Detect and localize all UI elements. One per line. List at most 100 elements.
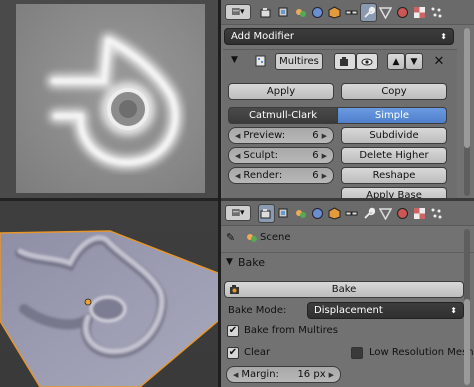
tab-scene[interactable]: [293, 205, 308, 222]
material-icon: [397, 6, 408, 18]
properties-icon: ▤▾: [231, 208, 245, 218]
bake-button[interactable]: Bake: [224, 281, 464, 298]
reshape-button[interactable]: Reshape: [341, 167, 447, 184]
margin-label: Margin:: [241, 369, 279, 380]
tab-material[interactable]: [395, 4, 410, 21]
apply-base-button[interactable]: Apply Base: [341, 187, 447, 198]
tab-scene[interactable]: [293, 4, 308, 21]
preview-levels-field[interactable]: ◀ Preview: 6 ▶: [228, 127, 334, 144]
layers-icon: [278, 7, 288, 16]
simple-option[interactable]: Simple: [337, 107, 447, 124]
tab-texture[interactable]: [412, 205, 427, 222]
properties-header: ▤▾: [221, 201, 474, 226]
collapse-arrow-icon[interactable]: ▼: [231, 55, 238, 65]
low-resolution-mesh-label: Low Resolution Mesh: [369, 347, 474, 358]
add-modifier-dropdown[interactable]: Add Modifier ⬍: [224, 28, 454, 45]
arrow-down-icon: ▼: [410, 56, 418, 67]
bake-mode-label: Bake Mode:: [228, 305, 287, 316]
object-icon: [328, 5, 341, 19]
tab-object[interactable]: [327, 4, 342, 21]
move-down-button[interactable]: ▼: [405, 53, 423, 70]
copy-button[interactable]: Copy: [341, 83, 447, 100]
updown-arrows-icon: ⬍: [440, 32, 447, 41]
tab-object[interactable]: [327, 205, 342, 222]
render-label: Render:: [243, 170, 283, 181]
arrow-up-icon: ▲: [392, 56, 400, 67]
modifier-name: Multires: [279, 56, 319, 67]
tab-material[interactable]: [395, 205, 410, 222]
tab-render[interactable]: [259, 4, 274, 21]
3d-viewport[interactable]: [0, 201, 218, 387]
preview-value: 6: [312, 130, 319, 141]
low-resolution-mesh-checkbox[interactable]: [351, 347, 363, 359]
catmull-clark-label: Catmull-Clark: [248, 110, 318, 121]
tab-render-layers[interactable]: [276, 205, 291, 222]
clear-checkbox[interactable]: ✔: [227, 347, 239, 359]
properties-panel-modifiers: ▤▾ Add Modifier ⬍ ▼ Multires ▲ ▼ ✕ Apply…: [221, 0, 474, 198]
collapse-arrow-icon[interactable]: ▼: [226, 257, 233, 267]
material-icon: [397, 207, 408, 219]
sculpted-plane-mesh[interactable]: [0, 201, 218, 387]
mesh-data-icon: [379, 207, 392, 220]
tab-particles[interactable]: [429, 205, 444, 222]
move-up-button[interactable]: ▲: [387, 53, 405, 70]
subdivide-button[interactable]: Subdivide: [341, 127, 447, 144]
increment-arrow-icon: ▶: [328, 370, 334, 379]
delete-higher-button[interactable]: Delete Higher: [341, 147, 447, 164]
tab-world[interactable]: [310, 4, 325, 21]
render-value: 6: [312, 170, 319, 181]
bake-section-title[interactable]: Bake: [238, 256, 265, 269]
modifiers-scrollbar[interactable]: [464, 28, 470, 196]
constraint-icon: [345, 10, 358, 14]
modifier-name-field[interactable]: Multires: [275, 53, 323, 70]
scrollbar-thumb[interactable]: [464, 28, 470, 148]
checkmark-icon: ✔: [228, 347, 238, 358]
camera-icon: [260, 208, 271, 218]
eye-icon: [361, 58, 373, 65]
tab-texture[interactable]: [412, 4, 427, 21]
tab-world[interactable]: [310, 205, 325, 222]
margin-field[interactable]: ◀ Margin: 16 px ▶: [226, 366, 341, 383]
tab-constraints[interactable]: [344, 205, 359, 222]
pin-icon[interactable]: ✎: [226, 231, 235, 244]
properties-header: ▤▾: [221, 0, 474, 25]
breadcrumb-scene: Scene: [260, 232, 291, 243]
tab-data[interactable]: [378, 4, 393, 21]
checkmark-icon: ✔: [228, 325, 238, 336]
render-levels-field[interactable]: ◀ Render: 6 ▶: [228, 167, 334, 184]
editor-type-button[interactable]: ▤▾: [225, 205, 251, 221]
tab-render-layers[interactable]: [276, 4, 291, 21]
camera-icon: [340, 56, 348, 66]
sculpt-levels-field[interactable]: ◀ Sculpt: 6 ▶: [228, 147, 334, 164]
texture-icon: [414, 6, 425, 18]
tab-particles[interactable]: [429, 4, 444, 21]
bake-from-multires-checkbox[interactable]: ✔: [227, 325, 239, 337]
particles-icon: [431, 7, 442, 17]
camera-icon: [260, 7, 271, 17]
tab-modifiers[interactable]: [361, 205, 376, 222]
remove-modifier-button[interactable]: ✕: [430, 53, 448, 70]
viewport-toggle-button[interactable]: [356, 53, 378, 70]
editor-type-button[interactable]: ▤▾: [225, 4, 251, 20]
increment-arrow-icon: ▶: [321, 131, 327, 140]
subdivide-label: Subdivide: [369, 130, 419, 141]
preview-label: Preview:: [243, 130, 286, 141]
catmull-clark-option[interactable]: Catmull-Clark: [228, 107, 338, 124]
tab-modifiers[interactable]: [360, 2, 377, 22]
object-icon: [328, 206, 341, 220]
updown-arrows-icon: ⬍: [450, 306, 457, 315]
apply-button[interactable]: Apply: [228, 83, 334, 100]
clear-label: Clear: [244, 347, 271, 358]
bake-mode-dropdown[interactable]: Displacement ⬍: [307, 302, 464, 319]
scrollbar-thumb[interactable]: [464, 299, 470, 385]
tab-constraints[interactable]: [344, 4, 359, 21]
render-toggle-button[interactable]: [334, 53, 356, 70]
tab-render[interactable]: [258, 203, 275, 223]
increment-arrow-icon: ▶: [321, 151, 327, 160]
tab-data[interactable]: [378, 205, 393, 222]
image-editor[interactable]: [0, 0, 218, 198]
render-scrollbar[interactable]: [464, 229, 470, 385]
add-modifier-label: Add Modifier: [231, 31, 294, 42]
mesh-data-icon: [379, 6, 392, 19]
context-tabs: [258, 203, 444, 223]
